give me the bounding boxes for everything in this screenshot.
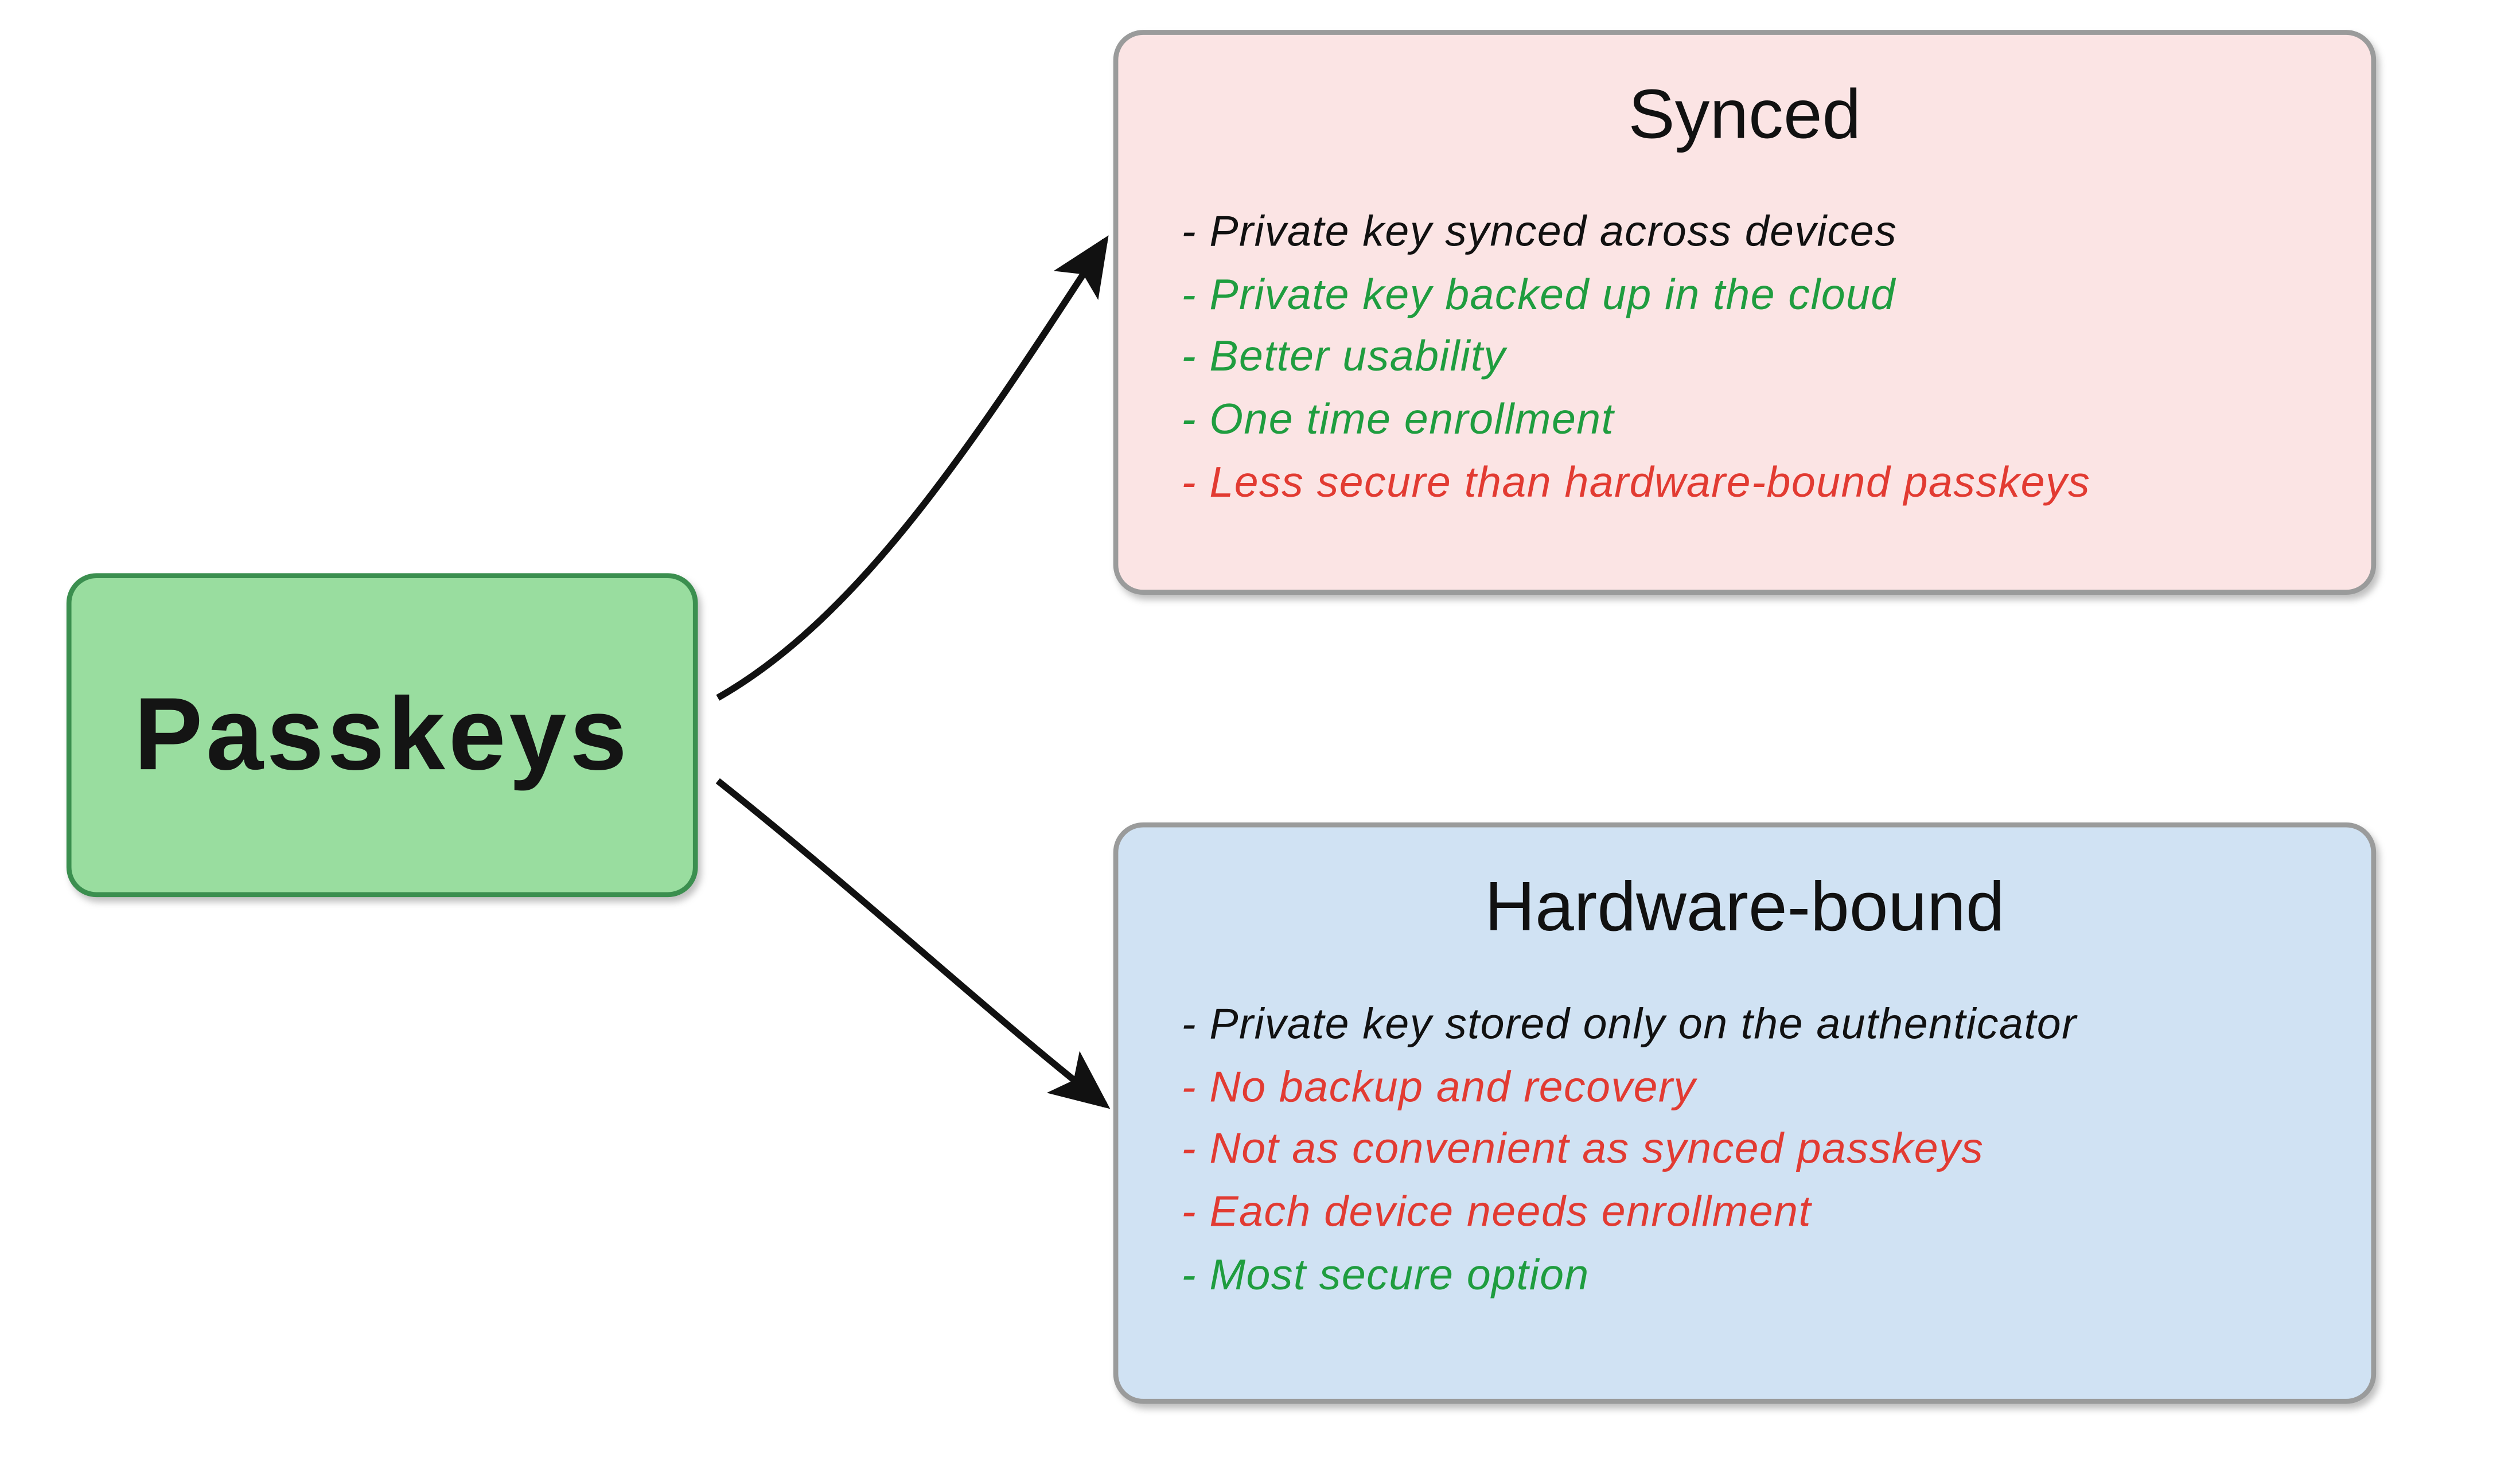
hardware-box: Hardware-bound - Private key stored only… xyxy=(1113,822,2376,1404)
list-item: - Not as convenient as synced passkeys xyxy=(1181,1118,2321,1181)
list-item: - Private key synced across devices xyxy=(1181,201,2321,263)
synced-box: Synced - Private key synced across devic… xyxy=(1113,30,2376,595)
source-node-label: Passkeys xyxy=(134,676,630,794)
list-item: - Less secure than hardware-bound passke… xyxy=(1181,451,2321,514)
synced-items: - Private key synced across devices - Pr… xyxy=(1181,201,2321,514)
list-item: - One time enrollment xyxy=(1181,389,2321,451)
arrow-to-synced xyxy=(718,241,1105,698)
list-item: - Each device needs enrollment xyxy=(1181,1182,2321,1244)
list-item: - No backup and recovery xyxy=(1181,1056,2321,1118)
list-item: - Most secure option xyxy=(1181,1244,2321,1307)
arrow-to-hardware xyxy=(718,781,1105,1105)
list-item: - Better usability xyxy=(1181,326,2321,389)
hardware-title: Hardware-bound xyxy=(1168,867,2321,947)
source-node-passkeys: Passkeys xyxy=(67,573,698,897)
synced-title: Synced xyxy=(1168,75,2321,154)
hardware-items: - Private key stored only on the authent… xyxy=(1181,993,2321,1307)
list-item: - Private key backed up in the cloud xyxy=(1181,264,2321,326)
list-item: - Private key stored only on the authent… xyxy=(1181,993,2321,1056)
